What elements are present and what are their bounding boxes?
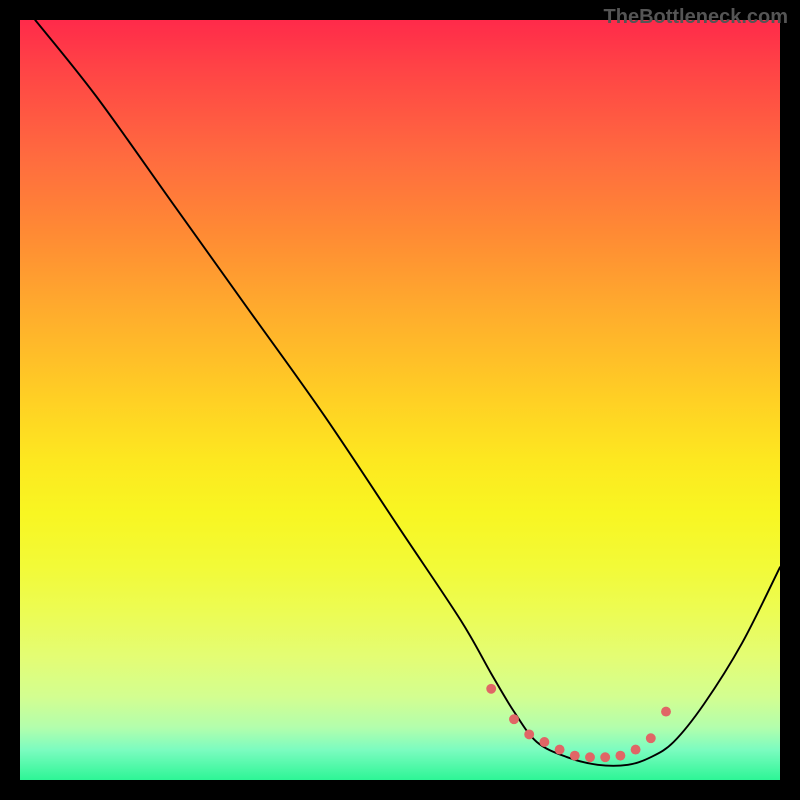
marker-dot	[631, 745, 641, 755]
marker-dot	[570, 751, 580, 761]
marker-dot	[555, 745, 565, 755]
marker-dot	[661, 707, 671, 717]
plot-area	[20, 20, 780, 780]
marker-dot	[600, 752, 610, 762]
marker-dot	[539, 737, 549, 747]
marker-dot	[509, 714, 519, 724]
marker-dot	[585, 752, 595, 762]
marker-dot	[524, 729, 534, 739]
chart-svg	[20, 20, 780, 780]
marker-dot	[615, 751, 625, 761]
marker-dot	[486, 684, 496, 694]
curve-line	[35, 20, 780, 766]
marker-dot	[646, 733, 656, 743]
curve-markers	[486, 684, 671, 762]
watermark: TheBottleneck.com	[604, 6, 788, 29]
